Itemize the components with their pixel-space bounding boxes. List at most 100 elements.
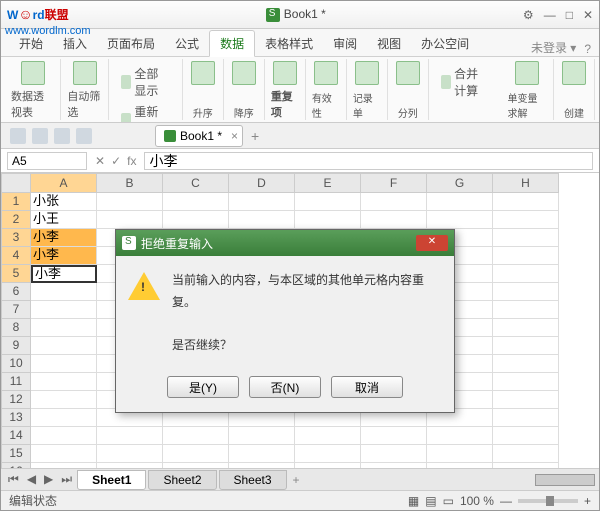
dialog-close-button[interactable]: ✕ bbox=[416, 235, 448, 251]
row-header[interactable]: 11 bbox=[1, 373, 31, 391]
cell[interactable] bbox=[31, 283, 97, 301]
ribbon-desc[interactable]: 降序 bbox=[224, 59, 265, 120]
ribbon-filter[interactable]: 自动筛选 bbox=[61, 59, 109, 120]
nav-first-icon[interactable]: ⏮ bbox=[5, 472, 22, 487]
cancel-button[interactable]: 取消 bbox=[331, 376, 403, 398]
row-header[interactable]: 13 bbox=[1, 409, 31, 427]
col-header[interactable]: G bbox=[427, 173, 493, 193]
menu-review[interactable]: 审阅 bbox=[323, 31, 367, 56]
cell[interactable] bbox=[493, 301, 559, 319]
cell[interactable] bbox=[361, 427, 427, 445]
add-tab-button[interactable]: + bbox=[251, 128, 259, 144]
cell[interactable]: 小李 bbox=[31, 265, 97, 283]
cell[interactable] bbox=[361, 193, 427, 211]
cell[interactable] bbox=[493, 211, 559, 229]
cell[interactable] bbox=[493, 409, 559, 427]
row-header[interactable]: 3 bbox=[1, 229, 31, 247]
row-header[interactable]: 15 bbox=[1, 445, 31, 463]
ribbon-showall[interactable]: 全部显示 bbox=[115, 63, 176, 101]
cell[interactable] bbox=[295, 427, 361, 445]
cell[interactable] bbox=[361, 211, 427, 229]
cell[interactable] bbox=[163, 193, 229, 211]
row-header[interactable]: 5 bbox=[1, 265, 31, 283]
document-tab[interactable]: Book1 *× bbox=[155, 125, 243, 147]
row-header[interactable]: 6 bbox=[1, 283, 31, 301]
qat-save-icon[interactable] bbox=[10, 128, 26, 144]
row-header[interactable]: 14 bbox=[1, 427, 31, 445]
nav-next-icon[interactable]: ▶ bbox=[41, 472, 56, 487]
yes-button[interactable]: 是(Y) bbox=[167, 376, 239, 398]
ribbon-pivot[interactable]: 数据透视表 bbox=[5, 59, 61, 120]
cell[interactable]: 小李 bbox=[31, 247, 97, 265]
menu-layout[interactable]: 页面布局 bbox=[97, 31, 165, 56]
col-header[interactable]: A bbox=[31, 173, 97, 193]
ribbon-create[interactable]: 创建 bbox=[554, 59, 595, 120]
row-header[interactable]: 4 bbox=[1, 247, 31, 265]
zoom-slider[interactable] bbox=[518, 499, 578, 503]
cell[interactable] bbox=[493, 193, 559, 211]
cell[interactable] bbox=[31, 445, 97, 463]
cell[interactable]: 小张 bbox=[31, 193, 97, 211]
cell[interactable] bbox=[493, 337, 559, 355]
cell[interactable] bbox=[31, 373, 97, 391]
cell[interactable] bbox=[163, 445, 229, 463]
col-header[interactable]: E bbox=[295, 173, 361, 193]
cell[interactable] bbox=[97, 427, 163, 445]
confirm-icon[interactable]: ✓ bbox=[111, 154, 121, 168]
row-header[interactable]: 8 bbox=[1, 319, 31, 337]
cell[interactable] bbox=[31, 337, 97, 355]
ribbon-record[interactable]: 记录单 bbox=[347, 59, 388, 120]
minimize-button[interactable]: — bbox=[544, 8, 556, 22]
row-header[interactable]: 9 bbox=[1, 337, 31, 355]
view-break-icon[interactable]: ▭ bbox=[443, 494, 454, 508]
qat-print-icon[interactable] bbox=[32, 128, 48, 144]
sheet-tab-3[interactable]: Sheet3 bbox=[219, 470, 287, 490]
cell[interactable] bbox=[31, 319, 97, 337]
cell[interactable] bbox=[493, 247, 559, 265]
cell[interactable] bbox=[31, 391, 97, 409]
add-sheet-button[interactable]: + bbox=[293, 473, 300, 487]
cell[interactable]: 小王 bbox=[31, 211, 97, 229]
cell[interactable] bbox=[493, 229, 559, 247]
ribbon-asc[interactable]: 升序 bbox=[183, 59, 224, 120]
qat-undo-icon[interactable] bbox=[54, 128, 70, 144]
cell[interactable] bbox=[229, 193, 295, 211]
login-status[interactable]: 未登录 ▾ bbox=[531, 39, 576, 56]
cell[interactable] bbox=[427, 427, 493, 445]
col-header[interactable]: F bbox=[361, 173, 427, 193]
cell[interactable] bbox=[427, 445, 493, 463]
cell[interactable] bbox=[229, 427, 295, 445]
hscroll[interactable] bbox=[535, 474, 595, 486]
menu-data[interactable]: 数据 bbox=[209, 30, 255, 57]
cell[interactable]: 小李 bbox=[31, 229, 97, 247]
cell[interactable] bbox=[97, 445, 163, 463]
cell[interactable] bbox=[229, 211, 295, 229]
row-header[interactable]: 2 bbox=[1, 211, 31, 229]
settings-icon[interactable]: ⚙ bbox=[523, 8, 534, 22]
cell[interactable] bbox=[493, 373, 559, 391]
tab-close-icon[interactable]: × bbox=[231, 129, 238, 143]
cell[interactable] bbox=[493, 319, 559, 337]
cancel-icon[interactable]: ✕ bbox=[95, 154, 105, 168]
cell[interactable] bbox=[31, 409, 97, 427]
menu-formula[interactable]: 公式 bbox=[165, 31, 209, 56]
cell[interactable] bbox=[493, 265, 559, 283]
ribbon-validate[interactable]: 有效性 bbox=[306, 59, 347, 120]
cell[interactable] bbox=[493, 355, 559, 373]
cell[interactable] bbox=[493, 283, 559, 301]
close-button[interactable]: ✕ bbox=[583, 8, 593, 22]
cell[interactable] bbox=[361, 445, 427, 463]
menu-office[interactable]: 办公空间 bbox=[411, 31, 479, 56]
no-button[interactable]: 否(N) bbox=[249, 376, 321, 398]
qat-redo-icon[interactable] bbox=[76, 128, 92, 144]
cell[interactable] bbox=[493, 391, 559, 409]
sheet-tab-1[interactable]: Sheet1 bbox=[77, 470, 146, 490]
view-page-icon[interactable]: ▤ bbox=[425, 494, 436, 508]
cell[interactable] bbox=[493, 427, 559, 445]
cell[interactable] bbox=[427, 193, 493, 211]
select-all[interactable] bbox=[1, 173, 31, 193]
row-header[interactable]: 12 bbox=[1, 391, 31, 409]
row-header[interactable]: 7 bbox=[1, 301, 31, 319]
ribbon-split[interactable]: 分列 bbox=[388, 59, 429, 120]
help-icon[interactable]: ? bbox=[584, 42, 591, 56]
